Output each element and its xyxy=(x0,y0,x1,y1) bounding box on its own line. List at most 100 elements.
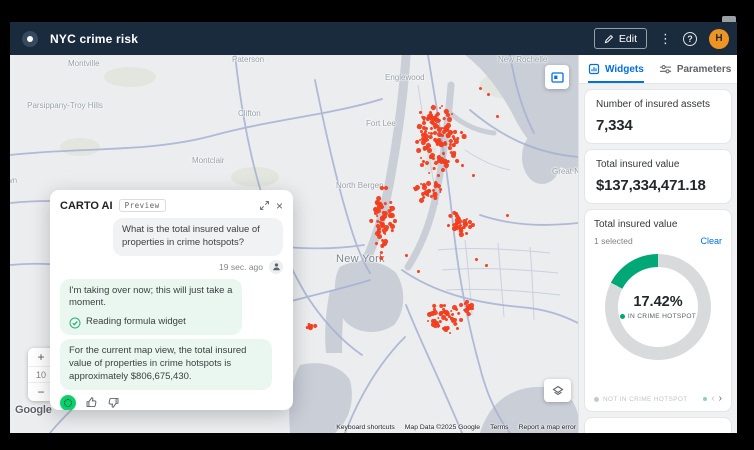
attribution-link[interactable]: Terms xyxy=(490,424,509,431)
hotspot-dot xyxy=(419,156,422,160)
hotspot-dot xyxy=(440,134,445,138)
donut-chart[interactable]: 17.42% IN CRIME HOTSPOT xyxy=(605,254,711,360)
thumbs-down-icon[interactable] xyxy=(107,396,120,409)
hotspot-dot xyxy=(436,137,441,142)
ai-message-2: For the current map view, the total insu… xyxy=(60,339,272,390)
hotspot-dot xyxy=(436,118,441,123)
layers-icon xyxy=(552,385,563,395)
hotspot-dot xyxy=(448,331,452,334)
map-view-button[interactable] xyxy=(545,65,569,89)
hotspot-dot xyxy=(432,167,436,171)
hotspot-dot xyxy=(446,223,451,228)
hotspot-dot xyxy=(473,256,479,262)
preview-badge: Preview xyxy=(118,199,166,212)
hotspot-dot xyxy=(426,320,430,323)
widget-title: Number of insured assets xyxy=(596,99,710,110)
attribution-link[interactable]: Report a map error xyxy=(519,424,576,431)
carto-ai-logo-icon xyxy=(60,394,76,410)
attribution-link[interactable]: Keyboard shortcuts xyxy=(336,424,395,431)
hotspot-dot xyxy=(442,303,447,308)
hotspot-dot xyxy=(419,110,423,115)
selected-count: 1 selected xyxy=(594,236,633,246)
page-indicator-dot xyxy=(703,397,708,401)
hotspot-dot xyxy=(459,162,465,168)
sliders-icon xyxy=(659,65,671,74)
hotspot-dot xyxy=(441,104,444,108)
hotspot-dot xyxy=(379,250,384,255)
app-header: NYC crime risk Edit ⋮ ? H xyxy=(10,22,737,55)
legend-label: NOT IN CRIME HOTSPOT xyxy=(603,395,688,403)
widgets-icon xyxy=(588,63,600,75)
hotspot-dot xyxy=(441,167,446,173)
hotspot-dot xyxy=(431,303,438,310)
donut-widget: Total insured value 1 selected Clear 17.… xyxy=(584,209,732,412)
hotspot-dot xyxy=(461,225,465,229)
hotspot-dot xyxy=(485,91,491,97)
hotspot-dot xyxy=(379,244,385,249)
help-icon[interactable]: ? xyxy=(683,31,697,46)
page-title: NYC crime risk xyxy=(50,31,139,46)
layers-button[interactable] xyxy=(544,379,571,402)
hotspot-dot xyxy=(478,86,482,90)
hotspot-dot xyxy=(442,116,447,121)
hotspot-dot xyxy=(484,263,488,267)
hotspot-dot xyxy=(383,224,389,231)
edit-button[interactable]: Edit xyxy=(593,28,647,49)
gray-dot-icon xyxy=(594,396,599,402)
hotspot-dot xyxy=(429,127,434,131)
avatar[interactable]: H xyxy=(709,28,729,49)
chat-title: CARTO AI xyxy=(60,199,113,212)
next-page-arrow[interactable]: › xyxy=(719,394,722,404)
hotspot-dot xyxy=(452,136,456,140)
hotspot-dot xyxy=(426,194,430,198)
hotspot-dot xyxy=(443,327,449,333)
sidebar-tabbar: Widgets Parameters xyxy=(579,55,737,84)
hotspot-dot xyxy=(455,326,460,331)
hotspot-dot xyxy=(471,173,475,177)
ai-message-1-text: I'm taking over now; this will just take… xyxy=(69,284,233,309)
hotspot-dot xyxy=(450,309,453,313)
hotspot-dot xyxy=(415,147,422,154)
tab-parameters[interactable]: Parameters xyxy=(659,55,731,83)
formula-widget-value: Total insured value $137,334,471.18 xyxy=(584,149,732,204)
tab-widgets[interactable]: Widgets xyxy=(588,55,644,83)
hotspot-dot xyxy=(404,253,408,257)
ai-status-text: Reading formula widget xyxy=(86,316,186,328)
hotspot-dot xyxy=(464,231,468,235)
widget-value: 7,334 xyxy=(596,117,633,134)
hotspot-dot xyxy=(438,107,442,111)
hotspot-dot xyxy=(379,255,384,261)
hotspot-dot xyxy=(369,218,375,224)
hotspot-dot xyxy=(419,162,425,168)
hotspot-dot xyxy=(450,112,453,115)
hotspot-dot xyxy=(383,201,388,206)
thumbs-up-icon[interactable] xyxy=(85,396,98,409)
hotspot-dot xyxy=(454,158,460,164)
donut-category-label: IN CRIME HOTSPOT xyxy=(627,313,697,320)
donut-percent: 17.42% xyxy=(633,294,683,310)
hotspot-dot xyxy=(441,151,446,156)
hotspot-dot xyxy=(427,171,431,176)
map-attribution: Keyboard shortcuts Map Data ©2025 Google T… xyxy=(336,424,576,431)
hotspot-dot xyxy=(494,113,500,119)
app-window: NYC crime risk Edit ⋮ ? H Montville Pate… xyxy=(10,22,737,433)
hotspot-dot xyxy=(430,104,437,111)
widget-value: $137,334,471.18 xyxy=(596,177,706,194)
attribution-link[interactable]: Map Data ©2025 Google xyxy=(405,424,480,431)
hotspot-dot xyxy=(461,133,467,139)
hotspot-dot xyxy=(466,224,473,231)
pencil-icon xyxy=(604,34,614,43)
hotspot-dot xyxy=(388,200,393,205)
hotspot-dot xyxy=(393,218,398,223)
kebab-menu-icon[interactable]: ⋮ xyxy=(659,31,672,47)
clear-selection-link[interactable]: Clear xyxy=(700,236,722,246)
green-dot-icon xyxy=(619,314,625,319)
expand-icon[interactable] xyxy=(259,200,270,211)
carto-ai-panel: CARTO AI Preview × What is the total ins… xyxy=(50,190,293,410)
widget-title: Total insured value xyxy=(594,219,678,230)
map[interactable]: Montville Paterson Englewood New Rochelle Pa… xyxy=(10,55,578,433)
hotspot-dot xyxy=(374,241,379,246)
prev-page-arrow[interactable]: ‹ xyxy=(711,394,714,404)
close-icon[interactable]: × xyxy=(276,200,283,212)
hotspot-dot xyxy=(416,269,420,273)
